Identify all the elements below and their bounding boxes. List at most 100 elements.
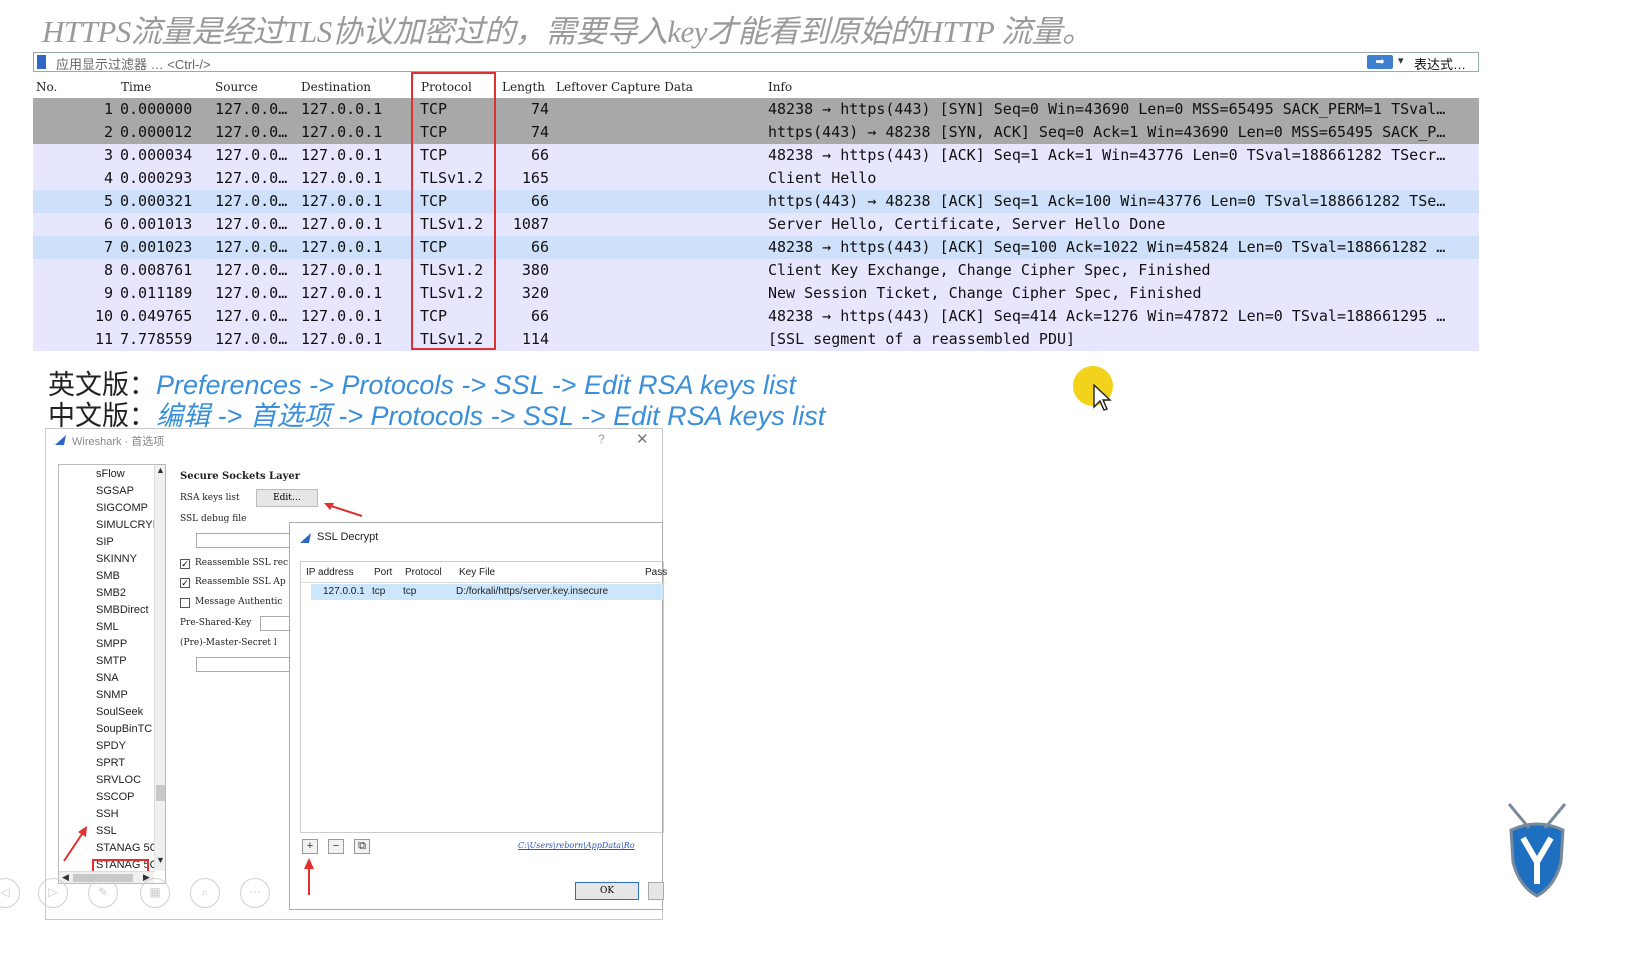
column-header-protocol[interactable]: Protocol — [421, 80, 472, 94]
tree-item[interactable]: SML — [96, 621, 119, 633]
preferences-title: Wireshark · 首选项 — [72, 436, 165, 448]
scroll-up-icon[interactable]: ▲ — [156, 465, 165, 475]
column-header-ip[interactable]: IP address — [306, 567, 354, 578]
tree-item[interactable]: SSCOP — [96, 791, 135, 803]
column-header-destination[interactable]: Destination — [301, 80, 371, 94]
tree-item[interactable]: SoupBinTC — [96, 723, 152, 735]
ssl-decrypt-title: SSL Decrypt — [317, 531, 379, 543]
remove-key-button[interactable]: − — [328, 839, 344, 854]
master-secret-input[interactable] — [196, 657, 290, 672]
tree-item[interactable]: SMB2 — [96, 587, 126, 599]
zoom-icon[interactable]: ⌕ — [190, 878, 220, 908]
tree-item[interactable]: SMB — [96, 570, 120, 582]
protocol-tree[interactable]: sFlow SGSAP SIGCOMP SIMULCRYI SIP SKINNY SMB SM… — [58, 464, 166, 884]
chevron-down-icon[interactable]: ▾ — [1398, 54, 1404, 67]
packet-row[interactable]: 5 0.000321 127.0.0… 127.0.0.1 TCP 66 https(443… — [33, 190, 1479, 213]
packet-row[interactable]: 8 0.008761 127.0.0… 127.0.0.1 TLSv1.2 380 Clie… — [33, 259, 1479, 282]
packet-info: [SSL segment of a reassembled PDU] — [768, 330, 1076, 348]
shield-logo-icon — [1507, 803, 1567, 898]
column-header-no[interactable]: No. — [36, 80, 57, 94]
packet-row[interactable]: 6 0.001013 127.0.0… 127.0.0.1 TLSv1.2 1087 Ser… — [33, 213, 1479, 236]
debug-file-input[interactable] — [196, 533, 290, 548]
apply-filter-arrow-icon[interactable]: ➡ — [1367, 55, 1393, 69]
packet-row[interactable]: 9 0.011189 127.0.0… 127.0.0.1 TLSv1.2 320 New … — [33, 282, 1479, 305]
slides-icon[interactable]: ▦ — [140, 878, 170, 908]
tree-item[interactable]: SoulSeek — [96, 706, 143, 718]
tree-item-selected[interactable]: SSL — [96, 825, 117, 837]
scroll-thumb[interactable] — [156, 785, 165, 801]
packet-destination: 127.0.0.1 — [301, 146, 383, 164]
packet-destination: 127.0.0.1 — [301, 215, 383, 233]
column-header-protocol[interactable]: Protocol — [405, 567, 442, 578]
ok-button[interactable]: OK — [575, 882, 639, 900]
packet-row[interactable]: 3 0.000034 127.0.0… 127.0.0.1 TCP 66 48238 → h… — [33, 144, 1479, 167]
tree-vertical-scrollbar[interactable]: ▲ ▼ — [154, 465, 165, 871]
tree-item[interactable]: SIGCOMP — [96, 502, 148, 514]
tree-item[interactable]: SNA — [96, 672, 119, 684]
tree-item[interactable]: SIMULCRYI — [96, 519, 156, 531]
column-header-info[interactable]: Info — [768, 80, 792, 94]
packet-protocol: TCP — [420, 146, 448, 164]
tree-item[interactable]: SMTP — [96, 655, 127, 667]
packet-protocol: TLSv1.2 — [420, 169, 484, 187]
packet-time: 0.000034 — [120, 146, 193, 164]
packet-row[interactable]: 10 0.049765 127.0.0… 127.0.0.1 TCP 66 48238 → … — [33, 305, 1479, 328]
instruction-chinese-label: 中文版： — [48, 401, 156, 431]
column-header-source[interactable]: Source — [215, 80, 258, 94]
next-icon[interactable]: ▷ — [38, 878, 68, 908]
packet-length: 66 — [530, 192, 549, 210]
add-key-button[interactable]: + — [302, 839, 318, 854]
packet-row[interactable]: 7 0.001023 127.0.0… 127.0.0.1 TCP 66 48238 → h… — [33, 236, 1479, 259]
column-header-leftover[interactable]: Leftover Capture Data — [556, 80, 693, 94]
tree-item[interactable]: SNMP — [96, 689, 128, 701]
reassemble-records-checkbox[interactable]: ✓ — [180, 559, 190, 569]
message-auth-checkbox[interactable] — [180, 598, 190, 608]
pen-icon[interactable]: ✎ — [88, 878, 118, 908]
packet-row[interactable]: 11 7.778559 127.0.0… 127.0.0.1 TLSv1.2 114 [SS… — [33, 328, 1479, 351]
previous-icon[interactable]: ◁ — [0, 878, 20, 908]
packet-row[interactable]: 1 0.000000 127.0.0… 127.0.0.1 TCP 74 48238 → h… — [33, 98, 1479, 121]
column-header-password[interactable]: Pass — [645, 567, 667, 578]
packet-time: 0.001023 — [120, 238, 193, 256]
display-filter-input[interactable]: 应用显示过滤器 … <Ctrl-/> — [56, 54, 211, 73]
tree-item[interactable]: SMPP — [96, 638, 127, 650]
packet-source: 127.0.0… — [215, 284, 288, 302]
column-header-length[interactable]: Length — [502, 80, 545, 94]
copy-key-button[interactable]: ⧉ — [354, 839, 370, 854]
tree-item[interactable]: sFlow — [96, 468, 125, 480]
cursor-icon — [1093, 383, 1112, 411]
packet-source: 127.0.0… — [215, 169, 288, 187]
table-row[interactable]: 127.0.0.1 tcp tcp D:/forkali/https/serve… — [311, 584, 663, 600]
preferences-titlebar[interactable]: Wireshark · 首选项 ? ✕ — [46, 429, 662, 453]
expression-button[interactable]: 表达式… — [1414, 54, 1466, 73]
scroll-down-icon[interactable]: ▼ — [156, 855, 165, 865]
tree-item[interactable]: SPRT — [96, 757, 125, 769]
bookmark-icon[interactable] — [37, 55, 46, 69]
help-button[interactable]: ? — [598, 432, 605, 446]
packet-source: 127.0.0… — [215, 238, 288, 256]
close-button[interactable]: ✕ — [636, 430, 649, 448]
tree-item[interactable]: SPDY — [96, 740, 126, 752]
tree-item[interactable]: SMBDirect — [96, 604, 149, 616]
tree-item[interactable]: SGSAP — [96, 485, 134, 497]
packet-time: 0.000293 — [120, 169, 193, 187]
edit-rsa-keys-button[interactable]: Edit… — [256, 489, 318, 507]
more-icon[interactable]: ⋯ — [240, 878, 270, 908]
tree-item[interactable]: SKINNY — [96, 553, 137, 565]
packet-time: 0.008761 — [120, 261, 193, 279]
tree-item[interactable]: SRVLOC — [96, 774, 141, 786]
tree-item[interactable]: SSH — [96, 808, 119, 820]
reassemble-app-checkbox[interactable]: ✓ — [180, 578, 190, 588]
column-header-port[interactable]: Port — [374, 567, 392, 578]
config-path-link[interactable]: C:\Users\reborn\AppData\Ro — [518, 841, 635, 850]
packet-row[interactable]: 4 0.000293 127.0.0… 127.0.0.1 TLSv1.2 165 Clie… — [33, 167, 1479, 190]
cancel-button[interactable] — [648, 882, 664, 900]
column-header-keyfile[interactable]: Key File — [459, 567, 495, 578]
tree-item[interactable]: SIP — [96, 536, 114, 548]
display-filter-bar[interactable]: 应用显示过滤器 … <Ctrl-/> ➡ ▾ 表达式… — [33, 52, 1479, 72]
packet-row[interactable]: 2 0.000012 127.0.0… 127.0.0.1 TCP 74 https(443… — [33, 121, 1479, 144]
tree-item[interactable]: STANAG 5C — [96, 842, 158, 854]
column-header-time[interactable]: Time — [121, 80, 151, 94]
psk-input[interactable] — [260, 616, 290, 631]
packet-info: https(443) → 48238 [SYN, ACK] Seq=0 Ack=… — [768, 123, 1446, 141]
